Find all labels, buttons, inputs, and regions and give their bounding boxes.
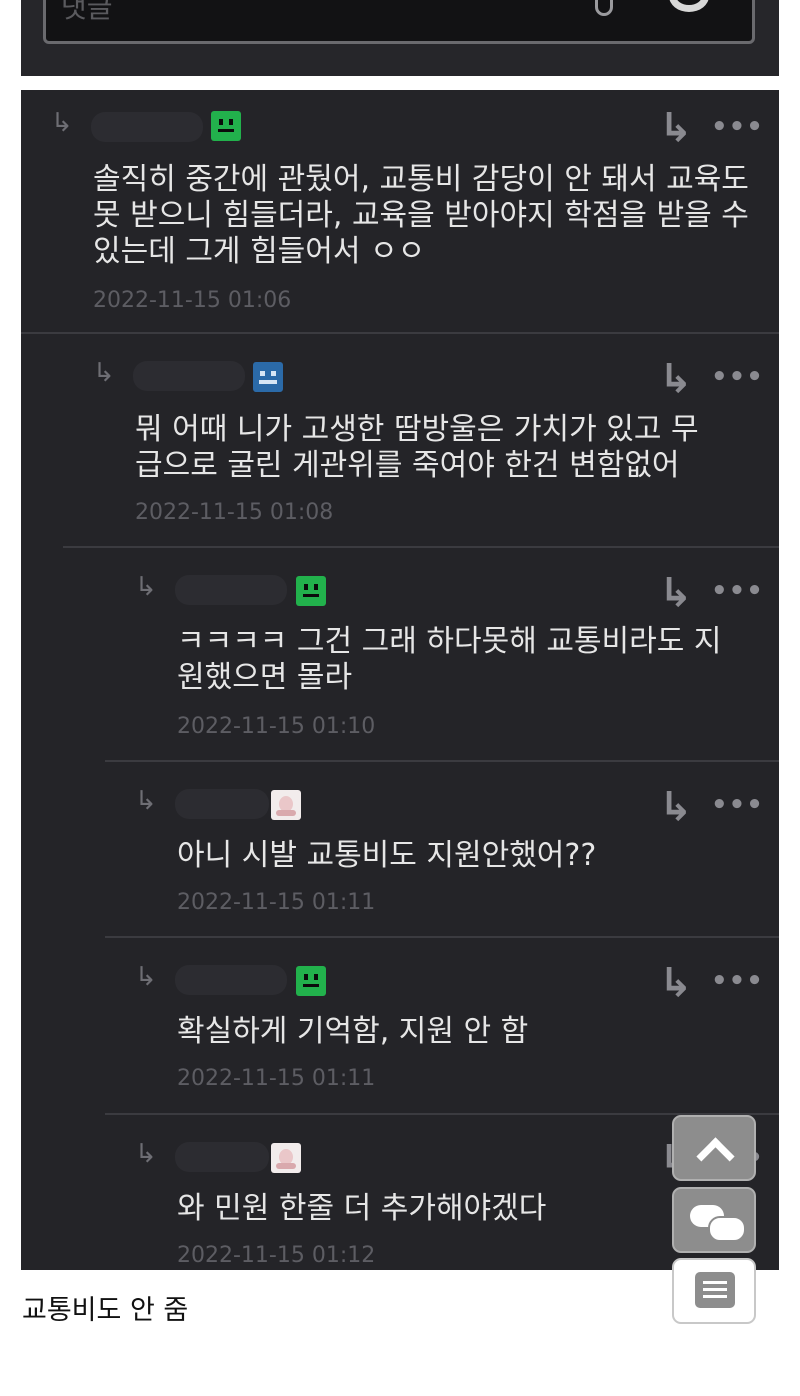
indent-arrow-icon: ↳ — [135, 572, 157, 602]
reply-arrow-icon[interactable]: ↳ — [659, 573, 693, 613]
comment-date: 2022-11-15 01:12 — [177, 1243, 376, 1268]
comment-item: ↳ ↳ ••• 확실하게 기억함, 지원 안 함 2022-11-15 01:1… — [21, 938, 779, 1114]
comment-thread: ↳ ↳ ••• 솔직히 중간에 관뒀어, 교통비 감당이 안 돼서 교육도 못 … — [21, 90, 779, 1270]
green-face-icon — [211, 111, 241, 141]
comment-date: 2022-11-15 01:11 — [177, 890, 376, 915]
indent-arrow-icon: ↳ — [135, 1139, 157, 1169]
more-dots-icon[interactable]: ••• — [711, 364, 764, 390]
green-face-icon — [296, 966, 326, 996]
reply-arrow-icon[interactable]: ↳ — [659, 108, 693, 148]
blue-robot-icon — [253, 362, 283, 392]
comment-item: ↳ ↳ ••• ㅋㅋㅋㅋ 그건 그래 하다못해 교통비라도 지원했으면 몰라 2… — [21, 548, 779, 760]
comment-item: ↳ ↳ ••• 아니 시발 교통비도 지원안했어?? 2022-11-15 01… — [21, 762, 779, 938]
comment-text: 아니 시발 교통비도 지원안했어?? — [177, 838, 597, 873]
comment-item: ↳ ↳ ••• 솔직히 중간에 관뒀어, 교통비 감당이 안 돼서 교육도 못 … — [21, 90, 779, 332]
comment-item: ↳ ↳ ••• 와 민원 한줄 더 추가해야겠다 2022-11-15 01:1… — [21, 1115, 779, 1270]
green-face-icon — [296, 576, 326, 606]
pink-character-icon — [271, 1143, 301, 1173]
username-redacted — [175, 789, 269, 819]
scroll-top-button[interactable] — [672, 1115, 756, 1181]
comment-date: 2022-11-15 01:08 — [135, 500, 334, 525]
list-button[interactable] — [672, 1258, 756, 1324]
username-redacted — [175, 575, 287, 605]
more-dots-icon[interactable]: ••• — [711, 114, 764, 140]
comment-input-bar: 댓글 — [21, 0, 779, 76]
reply-arrow-icon[interactable]: ↳ — [659, 359, 693, 399]
username-redacted — [133, 361, 245, 391]
comment-text: 확실하게 기억함, 지원 안 함 — [177, 1014, 529, 1049]
comment-item: ↳ ↳ ••• 뭐 어때 니가 고생한 땀방울은 가치가 있고 무급으로 굴린 … — [21, 334, 779, 546]
username-redacted — [91, 112, 203, 142]
comment-text: ㅋㅋㅋㅋ 그건 그래 하다못해 교통비라도 지원했으면 몰라 — [177, 624, 722, 695]
comment-text: 뭐 어때 니가 고생한 땀방울은 가치가 있고 무급으로 굴린 게관위를 죽여야… — [135, 412, 699, 483]
comment-text: 와 민원 한줄 더 추가해야겠다 — [177, 1191, 547, 1226]
list-icon — [695, 1272, 735, 1308]
more-dots-icon[interactable]: ••• — [711, 968, 764, 994]
comment-date: 2022-11-15 01:10 — [177, 714, 376, 739]
reply-arrow-icon[interactable]: ↳ — [659, 963, 693, 1003]
comment-text: 솔직히 중간에 관뒀어, 교통비 감당이 안 돼서 교육도 못 받으니 힘들더라… — [93, 162, 749, 269]
indent-arrow-icon: ↳ — [93, 358, 115, 388]
indent-arrow-icon: ↳ — [135, 786, 157, 816]
username-redacted — [175, 965, 287, 995]
pink-character-icon — [271, 790, 301, 820]
comments-button[interactable] — [672, 1187, 756, 1253]
comment-date: 2022-11-15 01:06 — [93, 288, 292, 313]
more-dots-icon[interactable]: ••• — [711, 792, 764, 818]
indent-arrow-icon: ↳ — [51, 108, 73, 138]
more-dots-icon[interactable]: ••• — [711, 578, 764, 604]
indent-arrow-icon: ↳ — [135, 962, 157, 992]
comment-date: 2022-11-15 01:11 — [177, 1066, 376, 1091]
username-redacted — [175, 1142, 269, 1172]
comment-input-placeholder: 댓글 — [61, 0, 113, 24]
comment-input[interactable] — [43, 0, 755, 44]
post-caption: 교통비도 안 줌 — [22, 1295, 189, 1326]
reply-arrow-icon[interactable]: ↳ — [659, 787, 693, 827]
